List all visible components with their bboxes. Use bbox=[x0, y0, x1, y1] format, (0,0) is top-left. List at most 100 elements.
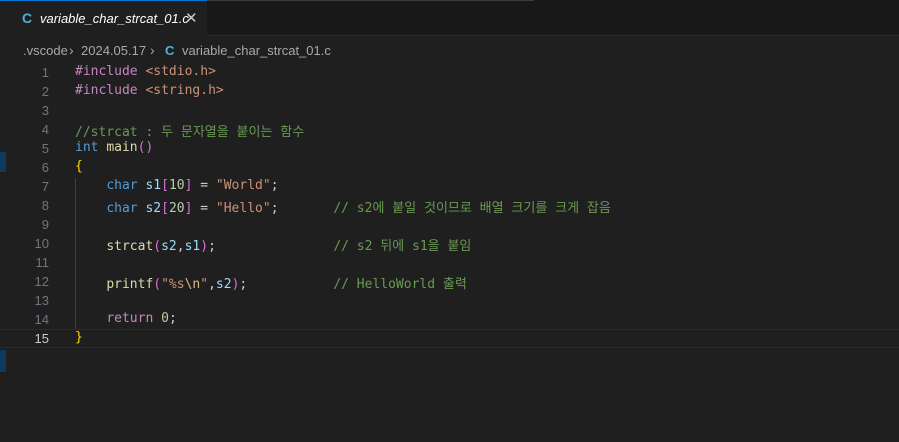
code-token: } bbox=[75, 330, 83, 345]
code-token: //strcat : 두 문자열을 붙이는 함수 bbox=[75, 125, 305, 140]
code-token: // HelloWorld 출력 bbox=[333, 277, 467, 292]
line-number: 13 bbox=[34, 293, 49, 308]
code-line[interactable]: 1 #include <stdio.h> bbox=[0, 63, 899, 82]
code-token: s2 bbox=[161, 239, 177, 254]
code-line[interactable]: 11 bbox=[0, 253, 899, 272]
code-token: s1 bbox=[184, 239, 201, 254]
code-editor[interactable]: 1 #include <stdio.h> 2 #include <string.h> 3… bbox=[0, 63, 899, 442]
code-token: 10 bbox=[168, 178, 185, 193]
line-number: 3 bbox=[41, 103, 49, 118]
line-number: 1 bbox=[41, 65, 49, 80]
code-text: #include <stdio.h> bbox=[75, 64, 216, 79]
code-text: return 0; bbox=[75, 311, 176, 326]
code-token: <stdio.h> bbox=[145, 64, 216, 79]
code-token: #include bbox=[75, 64, 146, 79]
code-text: char s1[10] = "World"; bbox=[75, 178, 279, 193]
code-token: = bbox=[192, 201, 216, 216]
code-text: int main() bbox=[75, 140, 153, 155]
code-token: ; bbox=[239, 277, 334, 292]
code-token: { bbox=[75, 159, 83, 174]
code-line[interactable]: 15} bbox=[0, 329, 899, 348]
line-number: 2 bbox=[41, 84, 49, 99]
chevron-right-icon: › bbox=[150, 42, 155, 58]
code-token: s2 bbox=[215, 277, 232, 292]
line-number: 15 bbox=[34, 331, 49, 346]
code-line[interactable]: 14 return 0; bbox=[0, 310, 899, 329]
code-line[interactable]: 8 char s2[20] = "Hello"; // s2에 붙일 것이므로 … bbox=[0, 196, 899, 216]
code-token: main bbox=[106, 140, 138, 155]
close-icon[interactable]: ✕ bbox=[185, 9, 198, 27]
code-token: printf bbox=[106, 277, 154, 292]
code-token: // s2에 붙일 것이므로 배열 크기를 크게 잡음 bbox=[333, 201, 611, 216]
code-token: ( bbox=[153, 239, 162, 254]
code-token: 0 bbox=[161, 311, 169, 326]
code-token: \n bbox=[184, 277, 201, 292]
line-number: 5 bbox=[41, 141, 49, 156]
code-token: s1 bbox=[145, 178, 162, 193]
code-line[interactable]: 13 bbox=[0, 291, 899, 310]
code-line[interactable]: 7 char s1[10] = "World"; bbox=[0, 177, 899, 196]
code-token: "Hello" bbox=[215, 201, 271, 216]
c-file-icon: C bbox=[22, 10, 33, 26]
code-text: { bbox=[75, 159, 83, 174]
code-token: () bbox=[137, 140, 154, 155]
line-number: 11 bbox=[35, 255, 50, 270]
line-number: 6 bbox=[41, 160, 49, 175]
tab-bar: C variable_char_strcat_01.c ✕ bbox=[0, 0, 899, 36]
code-text: //strcat : 두 문자열을 붙이는 함수 bbox=[75, 121, 304, 140]
code-line[interactable]: 3 bbox=[0, 101, 899, 120]
breadcrumb-item-vscode[interactable]: .vscode bbox=[23, 43, 68, 58]
code-line[interactable]: 2 #include <string.h> bbox=[0, 82, 899, 101]
tab-title: variable_char_strcat_01.c bbox=[40, 11, 189, 26]
code-line[interactable]: 5 int main() bbox=[0, 139, 899, 158]
code-token: ( bbox=[153, 277, 162, 292]
c-file-icon: C bbox=[165, 43, 175, 58]
code-token: = bbox=[192, 178, 216, 193]
code-token: return bbox=[106, 311, 162, 326]
line-number: 10 bbox=[34, 236, 49, 251]
line-number: 12 bbox=[34, 274, 49, 289]
chevron-right-icon: › bbox=[69, 42, 74, 58]
line-number: 14 bbox=[34, 312, 49, 327]
breadcrumb-item-date-folder[interactable]: 2024.05.17 bbox=[81, 43, 146, 58]
breadcrumb-item-file[interactable]: variable_char_strcat_01.c bbox=[182, 43, 331, 58]
code-token: ) bbox=[200, 239, 209, 254]
line-number: 7 bbox=[41, 179, 49, 194]
code-line[interactable]: 10 strcat(s2,s1); // s2 뒤에 s1을 붙임 bbox=[0, 234, 899, 254]
code-token: ; bbox=[270, 178, 279, 193]
code-token: ; bbox=[270, 201, 334, 216]
code-token: [ bbox=[161, 201, 169, 216]
line-number: 9 bbox=[41, 217, 49, 232]
tab-variable-char-strcat[interactable]: C variable_char_strcat_01.c ✕ bbox=[0, 0, 207, 36]
code-token: 20 bbox=[168, 201, 185, 216]
code-token: <string.h> bbox=[145, 83, 224, 98]
code-line[interactable]: 6{ bbox=[0, 158, 899, 177]
code-token: strcat bbox=[106, 239, 154, 254]
breadcrumb: .vscode › 2024.05.17 › C variable_char_s… bbox=[0, 42, 899, 65]
code-token: int bbox=[75, 140, 107, 155]
line-number: 8 bbox=[41, 198, 49, 213]
code-token: char bbox=[106, 201, 146, 216]
code-text: printf("%s\n",s2); // HelloWorld 출력 bbox=[75, 273, 467, 292]
code-token: , bbox=[208, 277, 216, 292]
code-token: [ bbox=[161, 178, 169, 193]
code-token: // s2 뒤에 s1을 붙임 bbox=[333, 239, 472, 254]
code-text: } bbox=[75, 330, 83, 345]
code-token: #include bbox=[75, 83, 146, 98]
tab-bar-divider bbox=[207, 0, 534, 1]
code-token: char bbox=[106, 178, 146, 193]
code-token: s2 bbox=[145, 201, 162, 216]
code-token: "World" bbox=[215, 178, 271, 193]
code-line[interactable]: 4 //strcat : 두 문자열을 붙이는 함수 bbox=[0, 120, 899, 140]
code-text: #include <string.h> bbox=[75, 83, 224, 98]
code-line[interactable]: 9 bbox=[0, 215, 899, 234]
code-line[interactable]: 12 printf("%s\n",s2); // HelloWorld 출력 bbox=[0, 272, 899, 292]
line-number: 4 bbox=[41, 122, 49, 137]
code-text: strcat(s2,s1); // s2 뒤에 s1을 붙임 bbox=[75, 235, 471, 254]
code-text: char s2[20] = "Hello"; // s2에 붙일 것이므로 배열… bbox=[75, 197, 611, 216]
